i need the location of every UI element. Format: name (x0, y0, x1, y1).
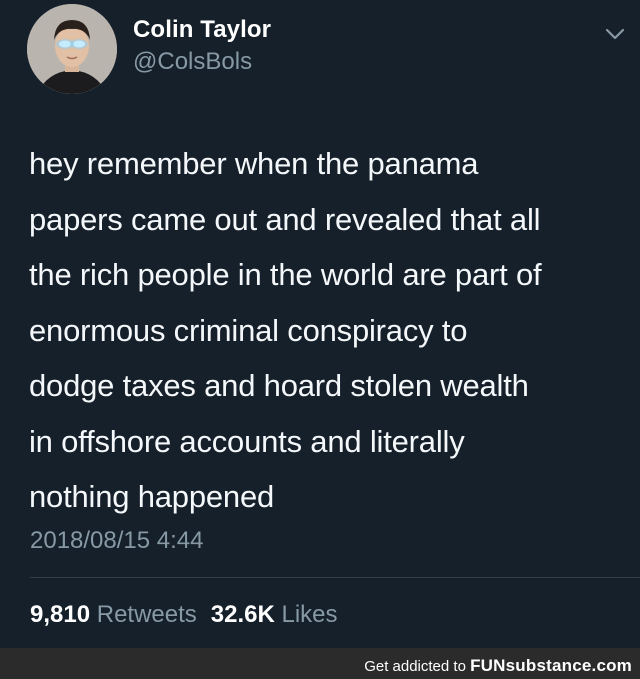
likes-count: 32.6K (210, 601, 275, 628)
watermark-brand: FUNsubstance.com (470, 656, 632, 675)
likes-stat[interactable]: 32.6K Likes (211, 601, 338, 628)
watermark-bar: Get addicted to FUNsubstance.com (0, 648, 640, 679)
avatar[interactable] (27, 4, 117, 94)
watermark: Get addicted to FUNsubstance.com (364, 656, 632, 676)
user-handle[interactable]: @ColsBols (133, 48, 252, 76)
chevron-down-icon[interactable] (604, 26, 626, 42)
engagement-stats: 9,810 Retweets 32.6K Likes (30, 601, 338, 629)
retweets-count: 9,810 (30, 601, 91, 628)
retweets-label: Retweets (96, 601, 197, 628)
tweet-card: Colin Taylor @ColsBols hey remember when… (0, 0, 640, 648)
tweet-timestamp[interactable]: 2018/08/15 4:44 (30, 527, 204, 555)
avatar-image (27, 4, 117, 94)
likes-label: Likes (281, 601, 338, 628)
divider (30, 577, 640, 578)
tweet-text: hey remember when the panama papers came… (29, 146, 542, 514)
retweets-stat[interactable]: 9,810 Retweets (30, 601, 197, 628)
display-name[interactable]: Colin Taylor (133, 16, 271, 44)
watermark-prefix: Get addicted to (364, 658, 466, 675)
